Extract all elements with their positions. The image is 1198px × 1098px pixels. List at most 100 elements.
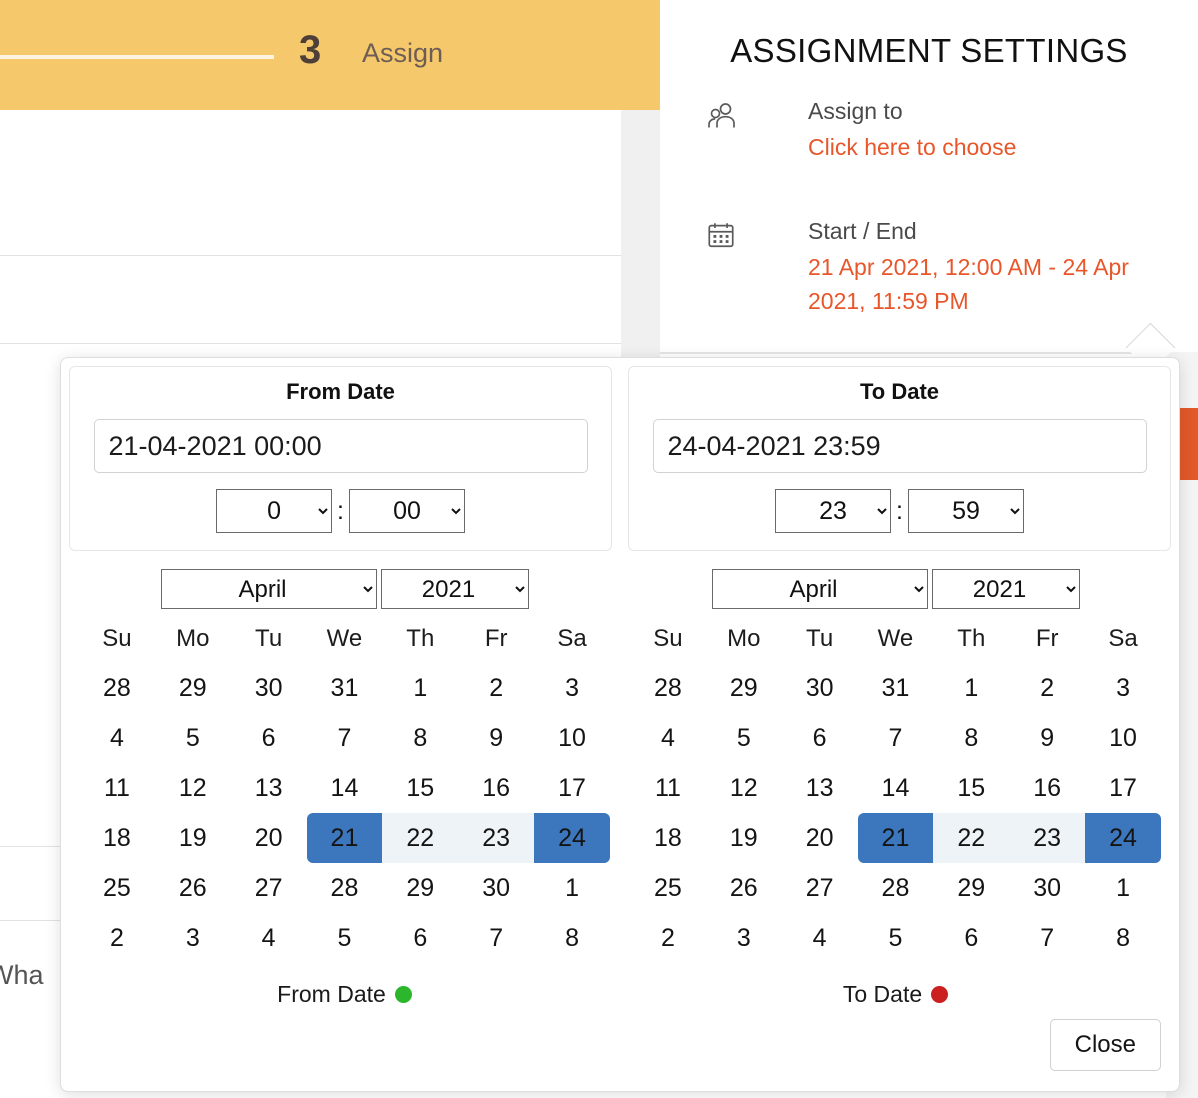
calendar-day-cell[interactable]: 1 [382,663,458,713]
calendar-day-cell: 4 [660,723,675,752]
calendar-week-row: 2 3 4 5 6 7 8 [630,913,1161,963]
calendar-day-cell[interactable]: 28 [858,863,934,913]
calendar-day-cell: 4 [261,923,276,952]
from-minute-select[interactable]: 00 [348,489,465,533]
weekday-label: We [326,625,363,652]
calendar-day-cell: 17 [1109,773,1137,802]
to-calendar: April 2021 Su Mo Tu We Th Fr Sa 28 29 30 31 1 2 3 4 5 6… [620,569,1171,963]
calendar-day-cell: 31 [330,673,359,702]
to-month-select[interactable]: April [711,569,928,609]
calendar-day-cell: 5 [888,923,903,952]
weekday-label: Th [406,625,435,652]
wizard-step-label: Assign [362,38,444,68]
calendar-week-row: 25 26 27 28 29 30 1 [79,863,610,913]
to-hour-select[interactable]: 23 [775,489,892,533]
setting-row-start-end: Start / End 21 Apr 2021, 12:00 AM - 24 A… [706,216,1180,318]
calendar-week-row: 18 19 20 21 22 23 24 [630,813,1161,863]
calendar-day-cell[interactable]: 22 [933,813,1010,863]
calendar-day-cell: 3 [185,923,200,952]
calendar-day-cell[interactable]: 3 [534,663,610,713]
calendar-day-cell[interactable]: 11 [79,763,155,813]
calendar-day-cell: 19 [729,823,758,852]
to-minute-select[interactable]: 59 [907,489,1024,533]
assignment-settings-panel: ASSIGNMENT SETTINGS Assign to Click here… [660,0,1198,352]
from-hour-select[interactable]: 0 [216,489,333,533]
calendar-day-cell: 6 [413,923,428,952]
calendar-day-cell: 5 [736,723,751,752]
from-date-input[interactable] [93,419,588,473]
calendar-day-cell[interactable]: 15 [382,763,458,813]
to-calendar-body: 28 29 30 31 1 2 3 4 5 6 7 8 9 10 11 12 13 14 15 16 17 18 19 20 2… [630,663,1161,963]
calendar-day-cell[interactable]: 26 [706,863,782,913]
calendar-day-cell: 28 [654,673,682,702]
calendar-day-cell[interactable]: 21 [857,813,934,863]
calendar-day-cell[interactable]: 20 [231,813,307,863]
to-time-colon: : [896,496,903,525]
weekday-label: Su [653,625,683,652]
calendar-day-cell[interactable]: 27 [782,863,858,913]
calendar-day-cell[interactable]: 23 [458,813,535,863]
assign-to-value-link[interactable]: Click here to choose [808,130,1180,164]
date-range-picker-modal: From Date 0 : 00 To Date 23 [60,357,1180,1092]
calendar-week-row: 2 3 4 5 6 7 8 [79,913,610,963]
from-time-row: 0 : 00 [70,489,611,533]
modal-footer: Close [1049,1019,1161,1071]
calendar-day-cell: 6 [964,923,979,952]
calendar-day-cell[interactable]: 17 [534,763,610,813]
calendar-day-cell: 9 [1040,723,1055,752]
calendar-day-cell[interactable]: 8 [382,713,458,763]
calendar-day-cell[interactable]: 24 [1085,813,1161,863]
calendar-day-cell: 16 [1033,773,1062,802]
calendar-day-cell: 3 [1116,673,1130,702]
weekday-label: Th [957,625,986,652]
calendar-day-cell[interactable]: 9 [458,713,534,763]
calendar-day-cell[interactable]: 7 [307,713,383,763]
date-inputs-row: From Date 0 : 00 To Date 23 [61,358,1179,551]
calendar-day-cell[interactable]: 29 [933,863,1009,913]
calendar-day-cell[interactable]: 21 [306,813,383,863]
from-time-colon: : [337,496,344,525]
from-month-select[interactable]: April [160,569,377,609]
calendar-day-cell[interactable]: 13 [231,763,307,813]
calendar-day-cell[interactable]: 5 [155,713,231,763]
assign-to-label: Assign to [808,98,903,124]
calendar-day-cell[interactable]: 23 [1009,813,1086,863]
calendar-day-cell[interactable]: 24 [534,813,610,863]
calendar-week-row: 4 5 6 7 8 9 10 [630,713,1161,763]
weekday-label: Fr [1035,625,1059,652]
from-calendar-grid: Su Mo Tu We Th Fr Sa 28 29 30 31 1 2 3 4 5 6 7 8 9 10 11 12 13… [79,619,610,963]
calendar-day-cell[interactable]: 19 [155,813,231,863]
to-date-legend-dot [931,986,949,1003]
calendar-day-cell[interactable]: 2 [458,663,534,713]
calendar-day-cell: 1 [964,673,979,702]
calendar-day-cell[interactable]: 12 [155,763,231,813]
calendar-day-cell[interactable]: 30 [1009,863,1085,913]
calendar-day-cell[interactable]: 22 [382,813,459,863]
panel-bottom-edge [660,352,1198,354]
calendar-day-cell: 28 [103,673,131,702]
calendar-day-cell: 8 [1116,923,1130,952]
calendar-day-cell[interactable]: 16 [458,763,534,813]
calendar-week-row: 18 19 20 21 22 23 24 [79,813,610,863]
calendar-day-cell: 25 [103,873,131,902]
question-text-clipped: Wha [0,960,44,990]
calendar-day-cell: 7 [489,923,504,952]
calendar-day-cell[interactable]: 14 [307,763,383,813]
calendar-day-cell: 7 [1040,923,1055,952]
to-date-input[interactable] [652,419,1147,473]
calendar-day-cell[interactable]: 10 [534,713,610,763]
calendar-day-cell: 8 [565,923,579,952]
calendar-day-cell[interactable]: 4 [79,713,155,763]
weekday-label: Su [102,625,132,652]
weekday-label: We [877,625,914,652]
close-button[interactable]: Close [1049,1019,1161,1071]
to-year-select[interactable]: 2021 [931,569,1080,609]
calendar-day-cell: 6 [812,723,827,752]
from-year-select[interactable]: 2021 [380,569,529,609]
start-end-value-link[interactable]: 21 Apr 2021, 12:00 AM - 24 Apr 2021, 11:… [808,250,1180,318]
calendar-day-cell: 5 [337,923,352,952]
calendar-day-cell[interactable]: 25 [630,863,706,913]
calendar-day-cell[interactable]: 6 [231,713,307,763]
calendar-day-cell: 20 [805,823,834,852]
calendar-day-cell[interactable]: 18 [79,813,155,863]
